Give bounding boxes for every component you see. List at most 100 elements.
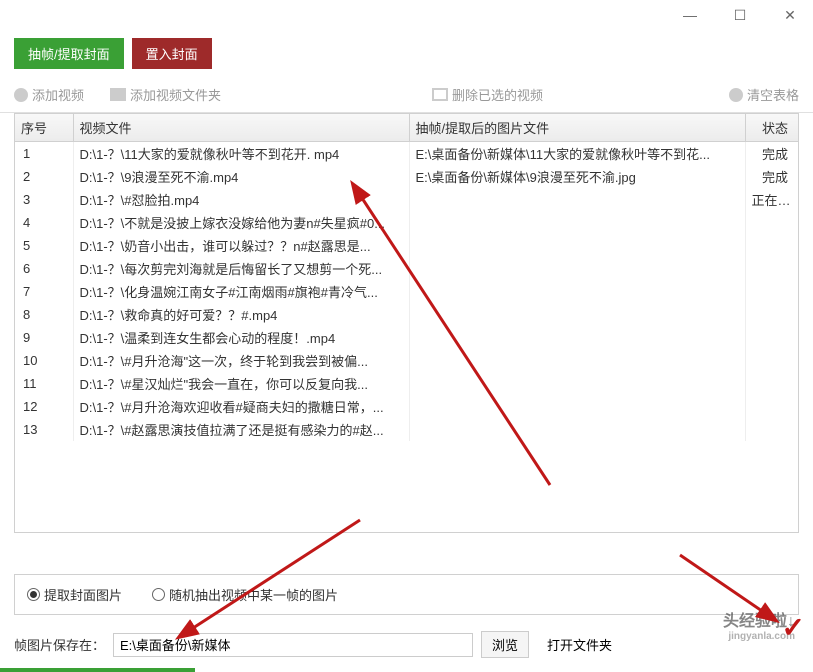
cell-output (409, 188, 745, 211)
screen-icon (432, 88, 448, 101)
cell-num: 5 (15, 234, 73, 257)
save-row: 帧图片保存在： 浏览 打开文件夹 (14, 631, 799, 658)
close-button[interactable]: ✕ (775, 5, 805, 25)
header-status[interactable]: 状态 (745, 114, 799, 142)
cell-num: 4 (15, 211, 73, 234)
cell-num: 2 (15, 165, 73, 188)
cell-file: D:\1-？\#怼脸拍.mp4 (73, 188, 409, 211)
table-row[interactable]: 7D:\1-？\化身温婉江南女子#江南烟雨#旗袍#青冷气... (15, 280, 799, 303)
cell-file: D:\1-？\#月升沧海欢迎收看#疑商夫妇的撒糖日常，... (73, 395, 409, 418)
cell-output: E:\桌面备份\新媒体\9浪漫至死不渝.jpg (409, 165, 745, 188)
cell-output (409, 234, 745, 257)
minimize-button[interactable]: — (675, 5, 705, 25)
radio-icon (27, 588, 40, 601)
tab-insert[interactable]: 置入封面 (132, 38, 212, 69)
add-video-label: 添加视频 (32, 85, 84, 104)
table-row[interactable]: 12D:\1-？\#月升沧海欢迎收看#疑商夫妇的撒糖日常，... (15, 395, 799, 418)
top-section: 抽帧/提取封面 置入封面 添加视频 添加视频文件夹 删除已选的视频 清空表格 (0, 30, 813, 113)
cell-status (745, 372, 799, 395)
table-row[interactable]: 6D:\1-？\每次剪完刘海就是后悔留长了又想剪一个死... (15, 257, 799, 280)
maximize-button[interactable]: ☐ (725, 5, 755, 25)
cell-status: 正在提取 (745, 188, 799, 211)
main-area: 序号 视频文件 抽帧/提取后的图片文件 状态 1D:\1-？\11大家的爱就像秋… (0, 113, 813, 533)
progress-bar (0, 668, 195, 672)
cell-num: 1 (15, 142, 73, 166)
clear-table-button[interactable]: 清空表格 (729, 85, 799, 104)
header-num[interactable]: 序号 (15, 114, 73, 142)
delete-selected-label: 删除已选的视频 (452, 85, 543, 104)
cell-num: 3 (15, 188, 73, 211)
option2-label: 随机抽出视频中某一帧的图片 (169, 585, 338, 604)
save-label: 帧图片保存在： (14, 635, 105, 654)
cell-output (409, 326, 745, 349)
cell-status (745, 326, 799, 349)
table-row[interactable]: 10D:\1-？\#月升沧海"这一次，终于轮到我尝到被偏... (15, 349, 799, 372)
cell-num: 9 (15, 326, 73, 349)
cell-file: D:\1-？\11大家的爱就像秋叶等不到花开. mp4 (73, 142, 409, 166)
table-row[interactable]: 5D:\1-？\奶音小出击，谁可以躲过？？n#赵露思是... (15, 234, 799, 257)
cell-output (409, 395, 745, 418)
cell-status (745, 234, 799, 257)
open-folder-button[interactable]: 打开文件夹 (537, 632, 622, 657)
plus-icon (14, 88, 28, 102)
table-row[interactable]: 11D:\1-？\#星汉灿烂"我会一直在，你可以反复向我... (15, 372, 799, 395)
cell-file: D:\1-？\化身温婉江南女子#江南烟雨#旗袍#青冷气... (73, 280, 409, 303)
cell-output: E:\桌面备份\新媒体\11大家的爱就像秋叶等不到花... (409, 142, 745, 166)
table-row[interactable]: 9D:\1-？\温柔到连女生都会心动的程度！.mp4 (15, 326, 799, 349)
clear-table-label: 清空表格 (747, 85, 799, 104)
folder-icon (110, 88, 126, 101)
cell-file: D:\1-？\#赵露思演技值拉满了还是挺有感染力的#赵... (73, 418, 409, 441)
cell-output (409, 303, 745, 326)
tab-extract[interactable]: 抽帧/提取封面 (14, 38, 124, 69)
cell-status: 完成 (745, 142, 799, 166)
cell-num: 11 (15, 372, 73, 395)
options-group: 提取封面图片 随机抽出视频中某一帧的图片 (14, 574, 799, 615)
add-video-button[interactable]: 添加视频 (14, 85, 84, 104)
radio-icon (152, 588, 165, 601)
option-random-frame[interactable]: 随机抽出视频中某一帧的图片 (152, 585, 338, 604)
cell-num: 12 (15, 395, 73, 418)
cell-num: 13 (15, 418, 73, 441)
cell-num: 6 (15, 257, 73, 280)
cell-file: D:\1-？\#月升沧海"这一次，终于轮到我尝到被偏... (73, 349, 409, 372)
cell-status (745, 395, 799, 418)
add-folder-label: 添加视频文件夹 (130, 85, 221, 104)
cell-file: D:\1-？\救命真的好可爱？？#.mp4 (73, 303, 409, 326)
video-table: 序号 视频文件 抽帧/提取后的图片文件 状态 1D:\1-？\11大家的爱就像秋… (15, 114, 799, 441)
cell-status (745, 257, 799, 280)
table-row[interactable]: 1D:\1-？\11大家的爱就像秋叶等不到花开. mp4E:\桌面备份\新媒体\… (15, 142, 799, 166)
cell-file: D:\1-？\温柔到连女生都会心动的程度！.mp4 (73, 326, 409, 349)
cell-num: 7 (15, 280, 73, 303)
option-extract-cover[interactable]: 提取封面图片 (27, 585, 122, 604)
cell-output (409, 211, 745, 234)
delete-selected-button[interactable]: 删除已选的视频 (432, 85, 543, 104)
add-folder-button[interactable]: 添加视频文件夹 (110, 85, 221, 104)
cell-file: D:\1-？\奶音小出击，谁可以躲过？？n#赵露思是... (73, 234, 409, 257)
bottom-panel: 提取封面图片 随机抽出视频中某一帧的图片 帧图片保存在： 浏览 打开文件夹 (0, 560, 813, 672)
cell-output (409, 349, 745, 372)
cell-file: D:\1-？\不就是没披上嫁衣没嫁给他为妻n#失星疯#0... (73, 211, 409, 234)
cell-file: D:\1-？\#星汉灿烂"我会一直在，你可以反复向我... (73, 372, 409, 395)
save-path-input[interactable] (113, 633, 473, 657)
cell-output (409, 257, 745, 280)
cell-status (745, 211, 799, 234)
toolbar: 添加视频 添加视频文件夹 删除已选的视频 清空表格 (14, 79, 799, 112)
table-row[interactable]: 4D:\1-？\不就是没披上嫁衣没嫁给他为妻n#失星疯#0... (15, 211, 799, 234)
title-bar: — ☐ ✕ (0, 0, 813, 30)
cell-output (409, 280, 745, 303)
table-row[interactable]: 2D:\1-？\9浪漫至死不渝.mp4E:\桌面备份\新媒体\9浪漫至死不渝.j… (15, 165, 799, 188)
table-container: 序号 视频文件 抽帧/提取后的图片文件 状态 1D:\1-？\11大家的爱就像秋… (14, 113, 799, 533)
tab-row: 抽帧/提取封面 置入封面 (14, 30, 799, 79)
table-row[interactable]: 8D:\1-？\救命真的好可爱？？#.mp4 (15, 303, 799, 326)
table-row[interactable]: 3D:\1-？\#怼脸拍.mp4 正在提取 (15, 188, 799, 211)
header-file[interactable]: 视频文件 (73, 114, 409, 142)
cell-output (409, 418, 745, 441)
table-row[interactable]: 13D:\1-？\#赵露思演技值拉满了还是挺有感染力的#赵... (15, 418, 799, 441)
header-output[interactable]: 抽帧/提取后的图片文件 (409, 114, 745, 142)
cell-status (745, 303, 799, 326)
browse-button[interactable]: 浏览 (481, 631, 529, 658)
cell-num: 10 (15, 349, 73, 372)
clear-icon (729, 88, 743, 102)
cell-status (745, 349, 799, 372)
cell-status: 完成 (745, 165, 799, 188)
